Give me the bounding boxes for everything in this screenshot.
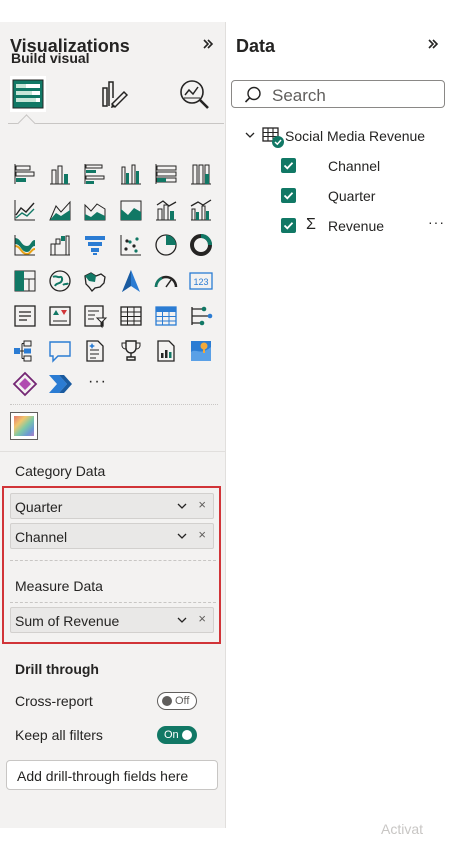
build-visual-icon [12, 79, 44, 109]
stacked-bar-chart-icon[interactable] [12, 161, 38, 187]
keep-all-filters-toggle[interactable]: On [157, 726, 197, 744]
collapse-visualizations-icon[interactable] [201, 37, 215, 55]
checkbox-checked[interactable] [281, 218, 296, 233]
paginated-report-icon[interactable] [153, 338, 179, 364]
scatter-chart-icon[interactable] [118, 232, 144, 258]
stacked-area-chart-icon[interactable] [82, 197, 108, 223]
100-stacked-area-chart-icon[interactable] [118, 197, 144, 223]
field-name: Revenue [328, 218, 385, 234]
remove-field-icon[interactable]: × [198, 611, 206, 626]
toggle-knob [182, 730, 192, 740]
checkbox-checked[interactable] [281, 158, 296, 173]
card-icon[interactable]: 123 [188, 268, 214, 294]
more-visuals-button[interactable]: ··· [88, 373, 107, 391]
analytics-tab[interactable] [176, 76, 212, 112]
chip-label: Sum of Revenue [15, 613, 120, 629]
100-stacked-bar-chart-icon[interactable] [153, 161, 179, 187]
format-visual-icon [102, 81, 129, 109]
gauge-icon[interactable] [153, 268, 179, 294]
wells-divider [0, 451, 225, 452]
data-title: Data [236, 36, 276, 56]
line-and-clustered-column-chart-icon[interactable] [188, 197, 214, 223]
build-visual-tabs [0, 70, 225, 122]
toggle-state: Off [175, 695, 190, 707]
search-icon [244, 86, 261, 103]
qa-icon[interactable] [47, 338, 73, 364]
build-visual-tab[interactable] [10, 76, 46, 112]
power-apps-icon[interactable] [12, 371, 38, 397]
format-visual-tab[interactable] [95, 76, 131, 112]
matrix-icon[interactable] [153, 303, 179, 329]
table-icon [262, 127, 284, 148]
more-options-icon[interactable]: ··· [428, 214, 445, 230]
area-chart-icon[interactable] [47, 197, 73, 223]
power-automate-icon[interactable] [47, 371, 73, 397]
sigma-icon: Σ [306, 216, 316, 233]
measure-data-label: Measure Data [15, 578, 103, 594]
table-name[interactable]: Social Media Revenue [285, 128, 425, 144]
keep-all-filters-label: Keep all filters [15, 727, 103, 743]
chip-label: Channel [15, 529, 68, 545]
drop-zone-text: Add drill-through fields here [17, 768, 189, 784]
decomposition-tree-icon[interactable] [12, 338, 38, 364]
remove-field-icon[interactable]: × [198, 527, 206, 542]
tabs-divider [8, 123, 224, 124]
map-icon[interactable] [47, 268, 73, 294]
multi-row-card-icon[interactable] [12, 303, 38, 329]
search-box[interactable] [231, 80, 445, 108]
metrics-icon[interactable] [118, 338, 144, 364]
expand-table-chevron-icon[interactable] [244, 129, 256, 141]
category-drop-divider [10, 560, 216, 561]
funnel-chart-icon[interactable] [82, 232, 108, 258]
clustered-bar-chart-icon[interactable] [82, 161, 108, 187]
donut-chart-icon[interactable] [188, 232, 214, 258]
chevron-down-icon[interactable] [177, 501, 187, 511]
slicer-icon[interactable] [82, 303, 108, 329]
chevron-down-icon[interactable] [177, 615, 187, 625]
field-chip-channel[interactable]: Channel × [10, 523, 214, 549]
key-influencers-icon[interactable] [188, 303, 214, 329]
cross-report-toggle[interactable]: Off [157, 692, 197, 710]
activation-watermark: Activat [381, 821, 424, 837]
filled-map-icon[interactable] [82, 268, 108, 294]
measure-top-divider [10, 602, 216, 603]
kpi-icon[interactable] [47, 303, 73, 329]
100-stacked-column-chart-icon[interactable] [188, 161, 214, 187]
arcgis-map-icon[interactable] [188, 338, 214, 364]
analytics-icon [180, 80, 209, 109]
drill-through-title: Drill through [15, 661, 99, 677]
remove-field-icon[interactable]: × [198, 497, 206, 512]
field-name: Quarter [328, 188, 376, 204]
svg-text:123: 123 [193, 277, 208, 287]
line-chart-icon[interactable] [12, 197, 38, 223]
waterfall-chart-icon[interactable] [47, 232, 73, 258]
drill-through-drop-zone[interactable]: Add drill-through fields here [6, 760, 218, 790]
toggle-knob [162, 696, 172, 706]
top-strip [0, 0, 453, 22]
visuals-divider [10, 404, 218, 405]
smart-narrative-icon[interactable] [82, 338, 108, 364]
custom-visual-icon[interactable] [10, 412, 38, 440]
field-name: Channel [328, 158, 381, 174]
ribbon-chart-icon[interactable] [12, 232, 38, 258]
field-chip-sum-of-revenue[interactable]: Sum of Revenue × [10, 607, 214, 633]
category-data-label: Category Data [15, 463, 106, 479]
chip-label: Quarter [15, 499, 63, 515]
checkbox-checked[interactable] [281, 188, 296, 203]
line-and-stacked-column-chart-icon[interactable] [153, 197, 179, 223]
search-input[interactable] [270, 85, 434, 107]
pie-chart-icon[interactable] [153, 232, 179, 258]
treemap-icon[interactable] [12, 268, 38, 294]
clustered-column-chart-icon[interactable] [118, 161, 144, 187]
toggle-state: On [164, 729, 179, 741]
build-visual-label: Build visual [11, 50, 90, 66]
table-icon[interactable] [118, 303, 144, 329]
field-chip-quarter[interactable]: Quarter × [10, 493, 214, 519]
collapse-data-pane-icon[interactable] [426, 37, 440, 55]
cross-report-label: Cross-report [15, 693, 93, 709]
chevron-down-icon[interactable] [177, 531, 187, 541]
azure-map-icon[interactable] [118, 268, 144, 294]
stacked-column-chart-icon[interactable] [47, 161, 73, 187]
